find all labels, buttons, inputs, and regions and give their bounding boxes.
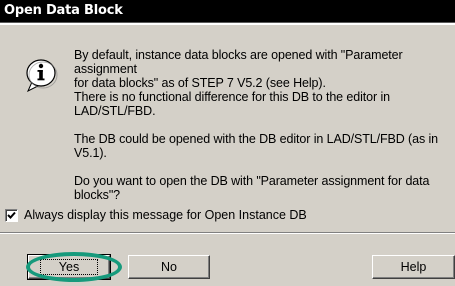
no-button[interactable]: No <box>128 255 210 279</box>
message-paragraph-question: Do you want to open the DB with "Paramet… <box>74 174 430 202</box>
title-bar[interactable]: Open Data Block <box>0 0 455 23</box>
frame-edge <box>0 23 455 25</box>
message-paragraph-db-editor: The DB could be opened with the DB edito… <box>74 132 439 160</box>
window-title: Open Data Block <box>4 3 123 18</box>
help-button[interactable]: Help <box>372 255 455 279</box>
yes-button[interactable]: Yes <box>27 254 111 280</box>
message-paragraph-default: By default, instance data blocks are ope… <box>74 48 403 118</box>
info-icon <box>24 58 58 93</box>
help-button-label: Help <box>400 260 427 274</box>
always-display-checkbox[interactable] <box>5 208 18 222</box>
checkmark-icon <box>7 211 16 219</box>
no-button-label: No <box>161 260 177 274</box>
always-display-label[interactable]: Always display this message for Open Ins… <box>24 208 307 222</box>
yes-button-label: Yes <box>39 259 99 275</box>
button-separator <box>0 232 455 234</box>
always-display-checkbox-row[interactable]: Always display this message for Open Ins… <box>5 207 307 223</box>
